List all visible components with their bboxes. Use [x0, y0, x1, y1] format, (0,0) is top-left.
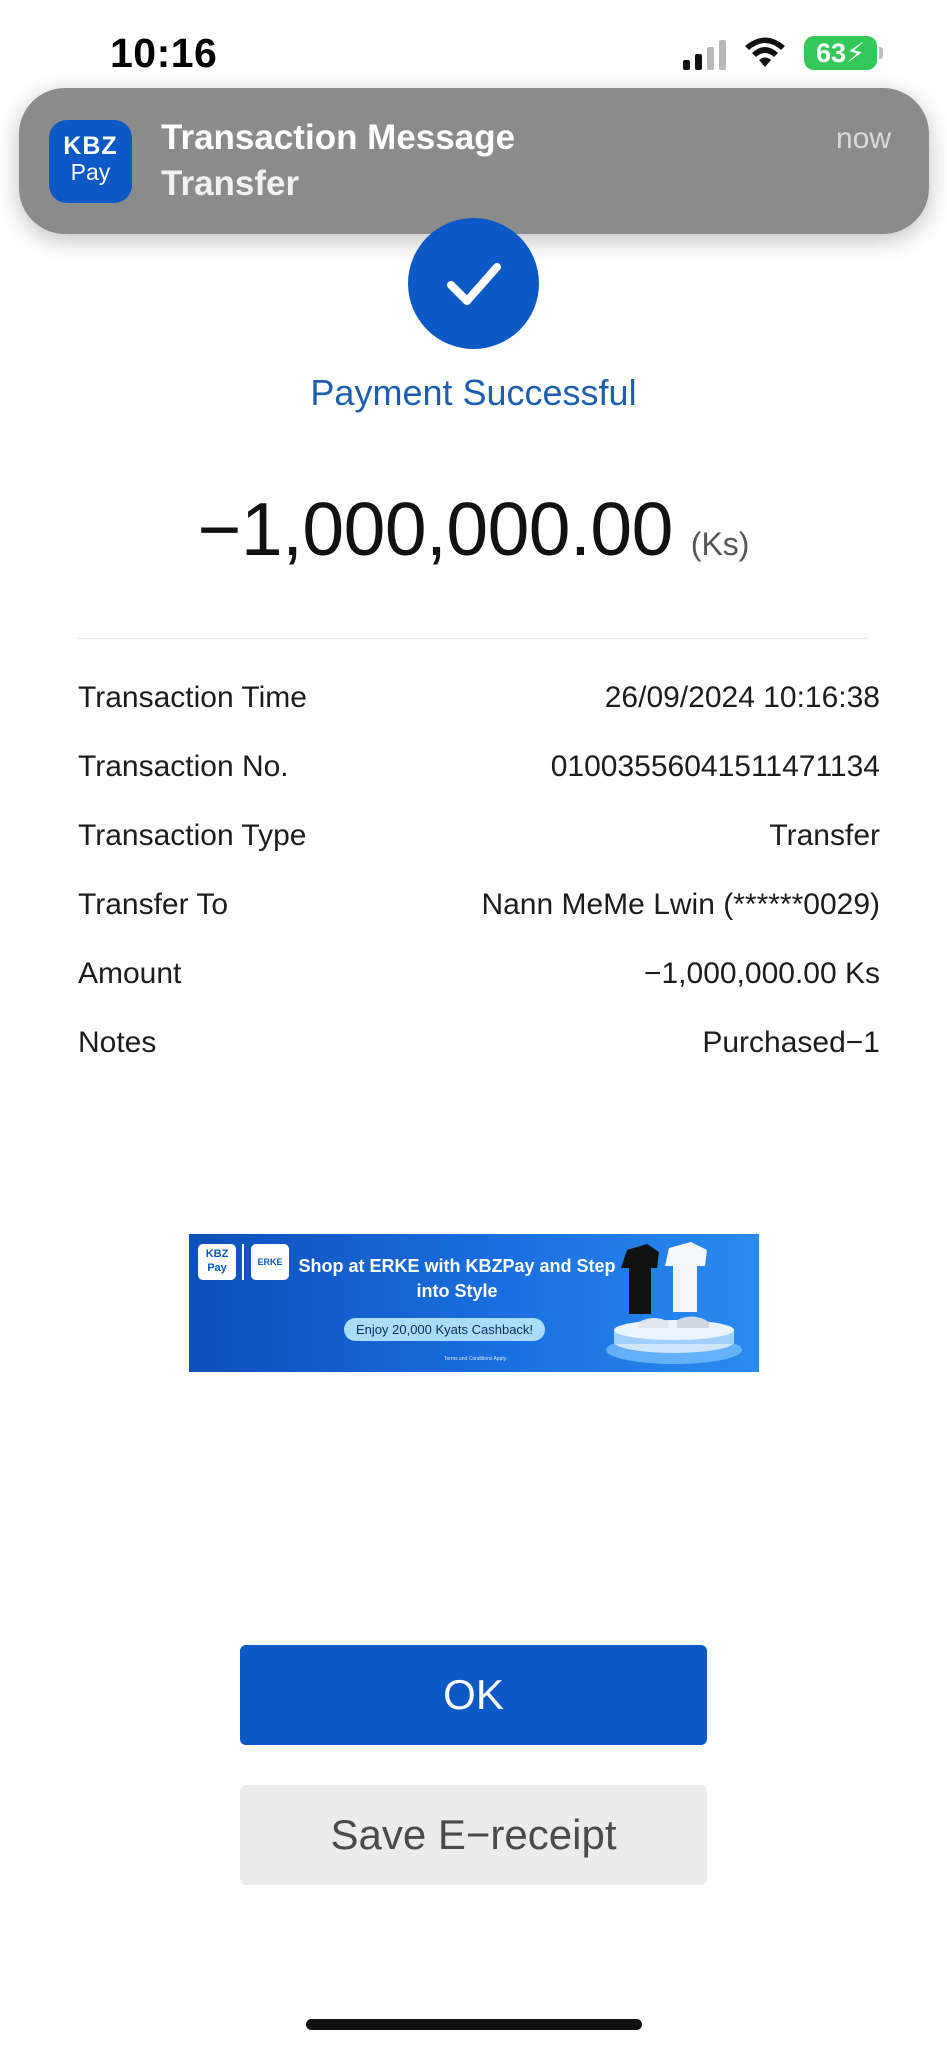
app-icon-line1: KBZ [63, 132, 118, 160]
ok-button[interactable]: OK [240, 1645, 707, 1745]
status-icons: 63⚡ [682, 36, 884, 70]
detail-row-amount: Amount −1,000,000.00 Ks [78, 939, 880, 1008]
promo-headline: Shop at ERKE with KBZPay and Step into S… [298, 1256, 616, 1301]
status-time: 10:16 [110, 30, 218, 76]
detail-label: Notes [78, 1025, 157, 1059]
divider [78, 638, 868, 639]
notification-time: now [835, 122, 891, 155]
detail-row-transaction-type: Transaction Type Transfer [78, 801, 880, 870]
cellular-signal-icon [682, 36, 726, 70]
detail-label: Transfer To [78, 887, 229, 921]
detail-label: Transaction Time [78, 680, 307, 714]
detail-label: Transaction Type [78, 818, 307, 852]
amount-display: −1,000,000.00 (Ks) [0, 486, 947, 572]
save-e-receipt-button[interactable]: Save E−receipt [240, 1785, 707, 1885]
detail-row-transaction-no: Transaction No. 01003556041511471134 [78, 732, 880, 801]
detail-row-notes: Notes Purchased−1 [78, 1008, 880, 1077]
notification-title: Transaction Message [161, 118, 516, 157]
detail-value: −1,000,000.00 Ks [643, 956, 880, 990]
promo-offer-pill: Enjoy 20,000 Kyats Cashback! [344, 1318, 546, 1341]
promo-banner[interactable]: KBZ Pay ERKE Shop at ERKE with KBZPay an… [189, 1234, 759, 1372]
amount-value: −1,000,000.00 [197, 487, 674, 571]
promo-products-image [606, 1242, 742, 1364]
battery-level: 63 [815, 38, 847, 68]
app-icon-line2: Pay [70, 159, 111, 185]
detail-value: Nann MeMe Lwin (******0029) [481, 887, 880, 921]
detail-label: Amount [78, 956, 182, 990]
detail-value: 01003556041511471134 [550, 749, 880, 783]
detail-value: 26/09/2024 10:16:38 [604, 680, 880, 714]
payment-status-text: Payment Successful [310, 372, 637, 413]
erke-logo: ERKE [251, 1244, 289, 1280]
notification-subtitle: Transfer [161, 164, 300, 203]
kbzpay-logo: KBZ Pay [198, 1244, 236, 1280]
detail-value: Purchased−1 [702, 1025, 880, 1059]
logo-separator [242, 1244, 244, 1280]
detail-row-transaction-time: Transaction Time 26/09/2024 10:16:38 [78, 663, 880, 732]
promo-terms: Terms and Conditions Apply. [444, 1356, 507, 1362]
transaction-details: Transaction Time 26/09/2024 10:16:38 Tra… [78, 663, 880, 1077]
home-indicator[interactable] [306, 2019, 642, 2030]
check-icon [408, 218, 539, 349]
detail-row-transfer-to: Transfer To Nann MeMe Lwin (******0029) [78, 870, 880, 939]
amount-unit: (Ks) [690, 526, 750, 562]
wifi-icon [744, 37, 785, 67]
detail-value: Transfer [769, 818, 880, 852]
charging-bolt-icon: ⚡ [846, 38, 865, 68]
battery-icon: 63⚡ [803, 36, 884, 70]
detail-label: Transaction No. [78, 749, 289, 783]
notification-banner[interactable]: KBZ Pay Transaction Message Transfer now [19, 88, 929, 234]
kbzpay-app-icon: KBZ Pay [49, 120, 132, 203]
